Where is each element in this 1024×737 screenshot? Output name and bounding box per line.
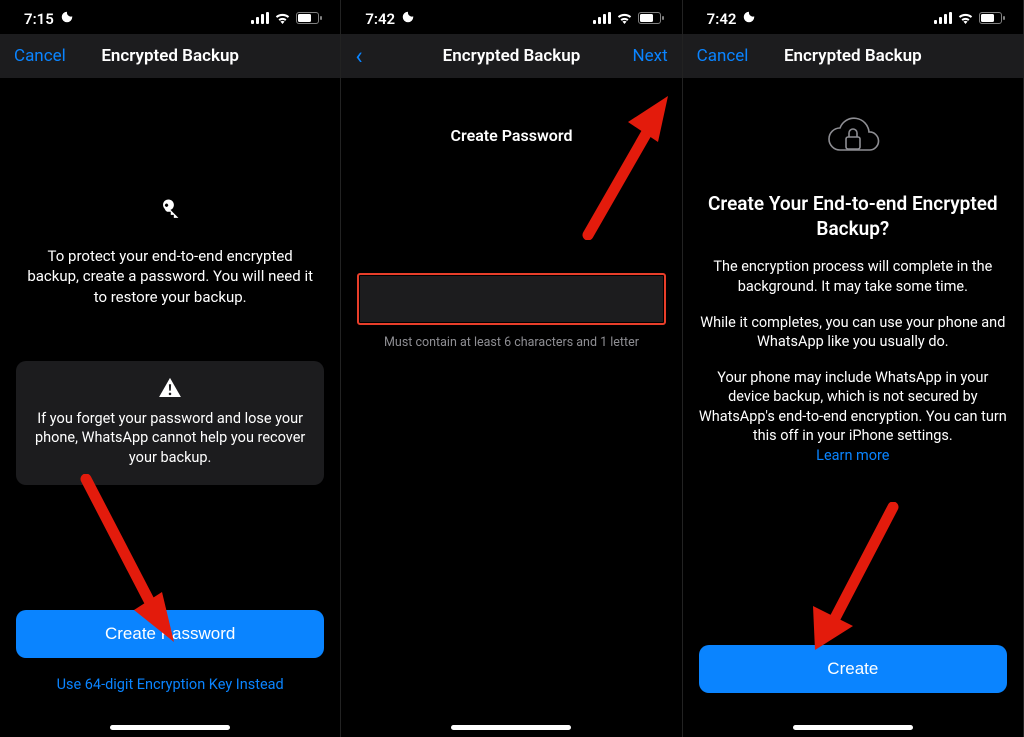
- nav-title: Encrypted Backup: [757, 46, 949, 66]
- wifi-icon: [957, 10, 974, 28]
- create-password-button[interactable]: Create Password: [16, 610, 324, 658]
- battery-icon: [638, 10, 664, 28]
- nav-title: Encrypted Backup: [415, 46, 607, 66]
- confirm-para-2: While it completes, you can use your pho…: [699, 313, 1007, 352]
- screen-2: 7:42 ‹ Encrypted Backup Next Create Pass…: [341, 0, 682, 737]
- do-not-disturb-icon: [742, 10, 756, 28]
- create-password-heading: Create Password: [451, 126, 573, 145]
- key-icon: [157, 198, 183, 228]
- nav-title: Encrypted Backup: [74, 46, 266, 66]
- battery-icon: [979, 10, 1005, 28]
- password-input-highlight: [357, 273, 665, 325]
- screen-3: 7:42 Cancel Encrypted Backup Create Your…: [683, 0, 1024, 737]
- status-bar: 7:15: [0, 0, 340, 34]
- signal-icon: [593, 10, 611, 28]
- status-bar: 7:42: [341, 0, 681, 34]
- next-button[interactable]: Next: [633, 46, 668, 66]
- status-time: 7:42: [707, 10, 737, 28]
- cancel-button[interactable]: Cancel: [697, 46, 749, 66]
- annotation-arrow: [793, 502, 913, 652]
- nav-bar: Cancel Encrypted Backup: [0, 34, 340, 78]
- password-hint: Must contain at least 6 characters and 1…: [384, 335, 639, 350]
- status-time: 7:42: [365, 10, 395, 28]
- learn-more-link[interactable]: Learn more: [816, 447, 889, 464]
- warning-text: If you forget your password and lose you…: [30, 409, 310, 468]
- do-not-disturb-icon: [401, 10, 415, 28]
- status-bar: 7:42: [683, 0, 1023, 34]
- password-input[interactable]: [360, 276, 662, 322]
- confirm-para-3-text: Your phone may include WhatsApp in your …: [699, 369, 1007, 445]
- status-time: 7:15: [24, 10, 54, 28]
- wifi-icon: [616, 10, 633, 28]
- use-key-link[interactable]: Use 64-digit Encryption Key Instead: [57, 676, 284, 693]
- do-not-disturb-icon: [60, 10, 74, 28]
- warning-icon: [30, 377, 310, 401]
- confirm-heading: Create Your End-to-end Encrypted Backup?: [699, 192, 1007, 241]
- nav-bar: Cancel Encrypted Backup: [683, 34, 1023, 78]
- nav-bar: ‹ Encrypted Backup Next: [341, 34, 681, 78]
- battery-icon: [296, 10, 322, 28]
- annotation-arrow: [568, 90, 678, 240]
- home-indicator: [110, 725, 230, 730]
- warning-box: If you forget your password and lose you…: [16, 361, 324, 486]
- back-button[interactable]: ‹: [355, 44, 362, 68]
- wifi-icon: [274, 10, 291, 28]
- confirm-para-1: The encryption process will complete in …: [699, 257, 1007, 296]
- screen-1: 7:15 Cancel Encrypted Backup To protect …: [0, 0, 341, 737]
- home-indicator: [793, 725, 913, 730]
- cancel-button[interactable]: Cancel: [14, 46, 66, 66]
- signal-icon: [251, 10, 269, 28]
- home-indicator: [451, 725, 571, 730]
- signal-icon: [934, 10, 952, 28]
- confirm-para-3: Your phone may include WhatsApp in your …: [699, 368, 1007, 466]
- description-text: To protect your end-to-end encrypted bac…: [16, 246, 324, 307]
- create-button[interactable]: Create: [699, 645, 1007, 693]
- cloud-lock-icon: [821, 110, 885, 168]
